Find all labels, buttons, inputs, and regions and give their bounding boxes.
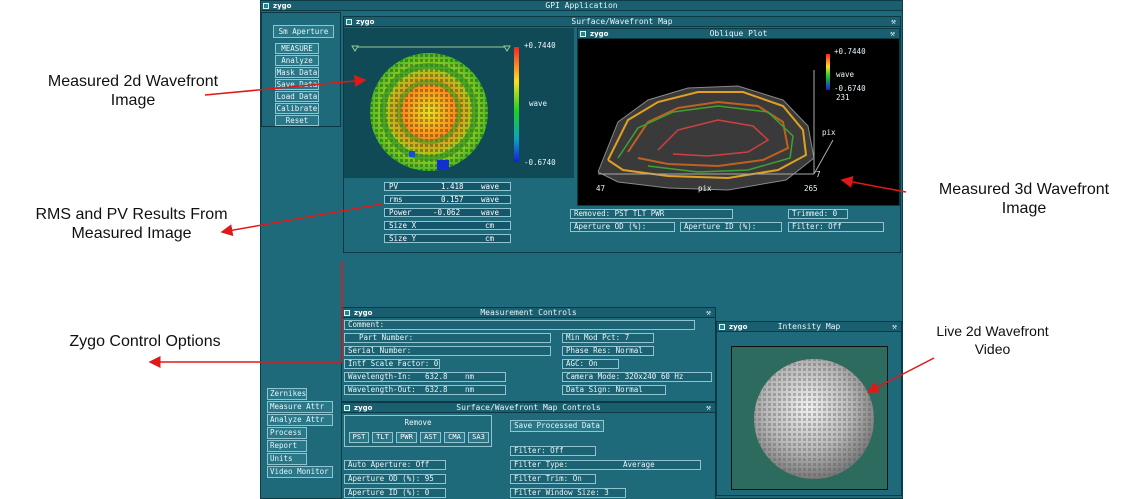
annotation-arrows xyxy=(148,75,935,393)
arrow-3d xyxy=(840,176,907,193)
arrow-live-video xyxy=(866,357,935,393)
arrow-2d xyxy=(204,75,367,96)
arrow-rms-pv xyxy=(220,203,383,237)
